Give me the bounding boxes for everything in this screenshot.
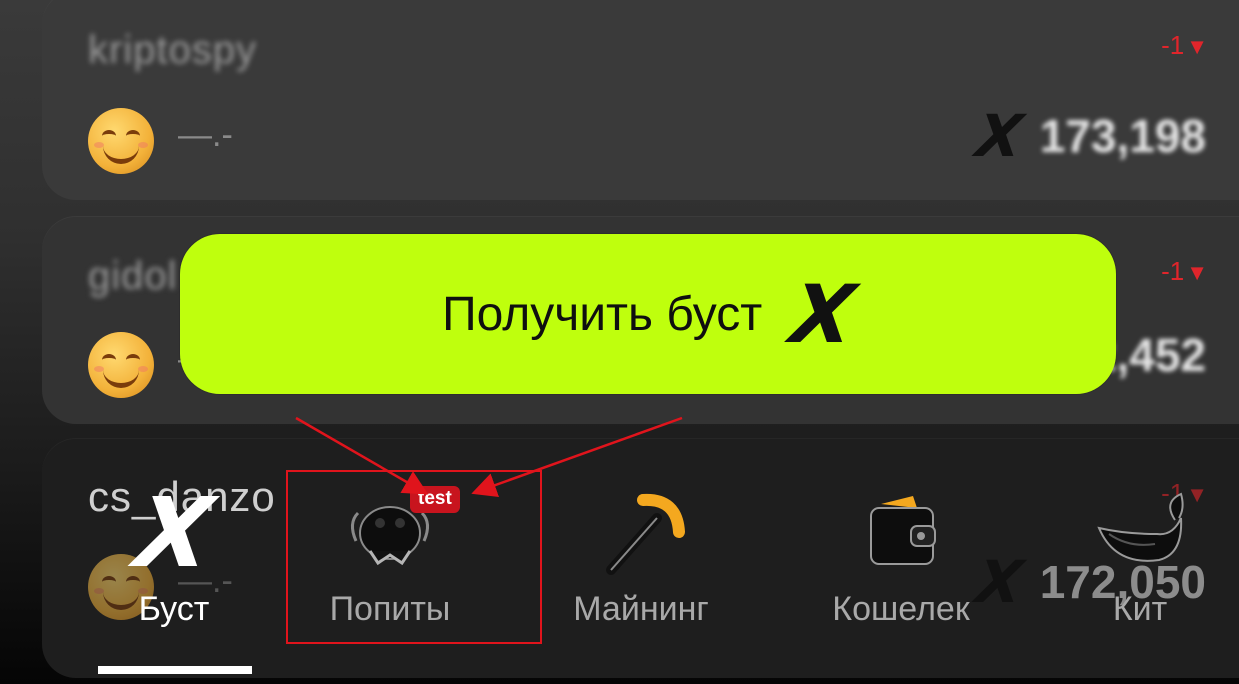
smiling-face-icon bbox=[88, 108, 154, 174]
leaderboard-row[interactable]: kriptospy -1▼ —.- X 173,198 bbox=[42, 0, 1239, 200]
annotation-highlight-box bbox=[286, 470, 542, 644]
nav-label: Кит bbox=[1112, 590, 1168, 628]
active-tab-indicator bbox=[98, 666, 252, 674]
user-status: —.- bbox=[178, 116, 233, 154]
nav-item-wallet[interactable]: Кошелек bbox=[826, 440, 976, 670]
nav-label: Кошелек bbox=[832, 590, 970, 628]
wallet-icon bbox=[846, 488, 956, 578]
get-boost-label: Получить буст bbox=[442, 287, 763, 341]
nav-label: Буст bbox=[138, 590, 210, 628]
rank-change: -1▼ bbox=[1161, 30, 1208, 60]
bottom-nav: X Буст Попиты Майнинг Кошелек Кит bbox=[0, 440, 1239, 684]
triangle-down-icon: ▼ bbox=[1186, 34, 1208, 59]
x-logo-icon: X bbox=[129, 477, 219, 589]
whale-icon bbox=[1085, 488, 1195, 578]
score: X 173,198 bbox=[972, 102, 1206, 170]
pickaxe-icon bbox=[586, 488, 696, 578]
triangle-down-icon: ▼ bbox=[1186, 260, 1208, 285]
x-logo-icon: X bbox=[972, 102, 1027, 170]
username: gidol bbox=[88, 254, 178, 298]
nav-label: Майнинг bbox=[573, 590, 709, 628]
app-screen: kriptospy -1▼ —.- X 173,198 gidol -1▼ —.… bbox=[0, 0, 1239, 684]
rank-change: -1▼ bbox=[1161, 256, 1208, 286]
nav-item-boost[interactable]: X Буст bbox=[104, 440, 244, 670]
nav-item-whale[interactable]: Кит bbox=[1070, 440, 1210, 670]
get-boost-button[interactable]: Получить буст X bbox=[180, 234, 1116, 394]
x-logo-icon: X bbox=[785, 267, 861, 361]
score-value: 173,198 bbox=[1039, 110, 1206, 162]
smiling-face-icon bbox=[88, 332, 154, 398]
nav-item-mining[interactable]: Майнинг bbox=[566, 440, 716, 670]
username: kriptospy bbox=[88, 28, 258, 72]
